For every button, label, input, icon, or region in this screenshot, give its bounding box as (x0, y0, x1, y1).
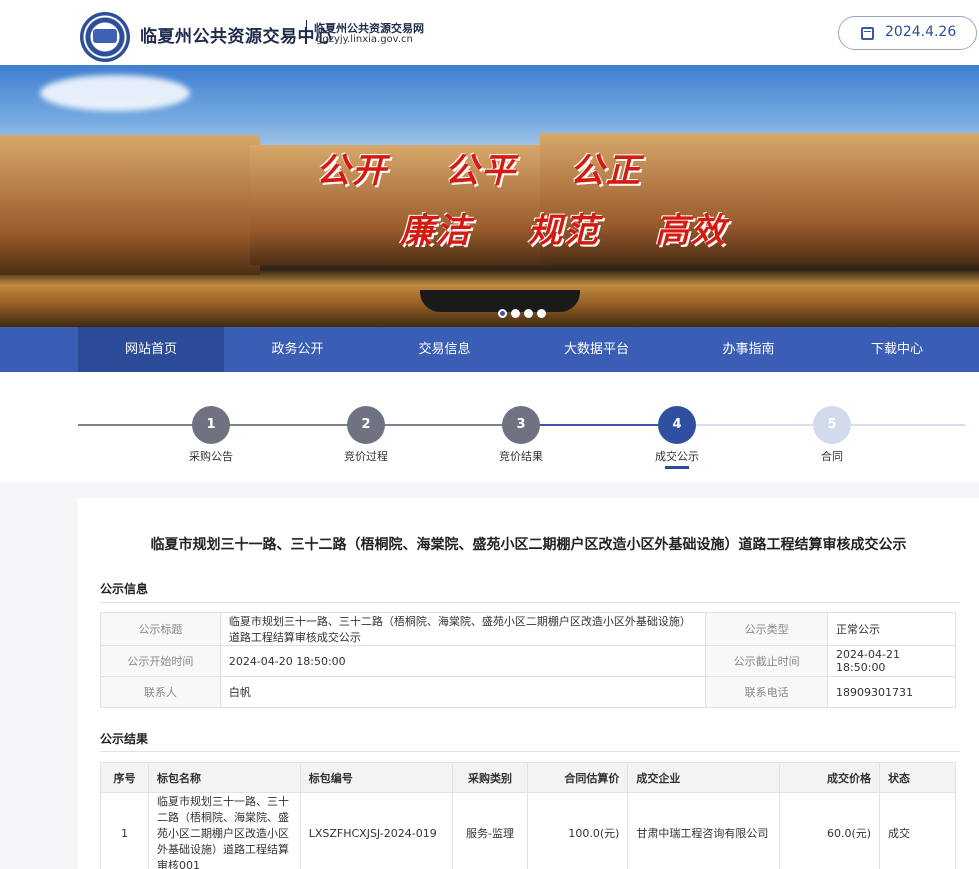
info-value: 2024-04-21 18:50:00 (827, 645, 956, 677)
title-divider (306, 20, 307, 44)
result-cell: 临夏市规划三十一路、三十二路（梧桐院、海棠院、盛苑小区二期棚户区改造小区外基础设… (147, 792, 301, 869)
table-row: 1 临夏市规划三十一路、三十二路（梧桐院、海棠院、盛苑小区二期棚户区改造小区外基础… (100, 792, 956, 869)
result-section-rule (100, 751, 960, 752)
calendar-icon (861, 27, 874, 40)
main-nav: 网站首页 政务公开 交易信息 大数据平台 办事指南 下载中心 (0, 327, 979, 372)
site-logo[interactable] (80, 12, 130, 62)
logo-emblem-icon (93, 29, 117, 43)
slogan-1: 公开 (316, 151, 388, 191)
result-column-header: 状态 (879, 762, 956, 793)
result-table: 序号 标包名称 标包编号 采购类别 合同估算价 成交企业 成交价格 状态 1 临夏市规划三十一路… (100, 762, 956, 869)
info-table: 公示标题 临夏市规划三十一路、三十二路（梧桐院、海棠院、盛苑小区二期棚户区改造小区… (100, 612, 956, 708)
result-section-title: 公示结果 (100, 732, 149, 746)
step-connector (211, 424, 366, 426)
info-label: 公示类型 (705, 612, 829, 646)
nav-item[interactable]: 大数据平台 (518, 327, 675, 372)
slogan-5: 规范 (528, 211, 600, 251)
info-row: 联系人 白帆 联系电话 18909301731 (100, 676, 956, 708)
step-connector (677, 424, 832, 426)
slogan-6: 高效 (655, 211, 727, 251)
info-section-title: 公示信息 (100, 582, 149, 596)
info-value: 临夏市规划三十一路、三十二路（梧桐院、海棠院、盛苑小区二期棚户区改造小区外基础设… (219, 612, 707, 646)
step-1-label[interactable]: 采购公告 (171, 448, 251, 464)
result-column-header: 标包名称 (147, 762, 301, 793)
current-date: 2024.4.26 (885, 24, 957, 40)
hero-banner: 公开 公平 公正 廉洁 规范 高效 (0, 65, 979, 327)
carousel-dot[interactable] (524, 309, 533, 318)
slogan-3: 公正 (570, 151, 642, 191)
info-label: 联系人 (100, 676, 221, 708)
carousel-dot[interactable] (511, 309, 520, 318)
site-url: ggzyjy.linxia.gov.cn (316, 34, 413, 45)
step-3-circle[interactable]: 3 (502, 406, 540, 444)
carousel-indicators (498, 303, 550, 322)
info-value: 正常公示 (827, 612, 956, 646)
info-label: 公示标题 (100, 612, 221, 646)
step-1-circle[interactable]: 1 (192, 406, 230, 444)
step-5-label[interactable]: 合同 (792, 448, 872, 464)
step-3-label[interactable]: 竞价结果 (481, 448, 561, 464)
site-header: 临夏州公共资源交易中心 临夏州公共资源交易网 ggzyjy.linxia.gov… (0, 0, 979, 65)
step-2-label[interactable]: 竞价过程 (326, 448, 406, 464)
announcement-content: 临夏市规划三十一路、三十二路（梧桐院、海棠院、盛苑小区二期棚户区改造小区外基础设… (78, 498, 979, 869)
result-cell: LXSZFHCXJSJ-2024-019 (299, 792, 453, 869)
slogan-2: 公平 (445, 151, 517, 191)
result-column-header: 成交价格 (779, 762, 881, 793)
info-label: 联系电话 (705, 676, 829, 708)
slogan-4: 廉洁 (400, 211, 472, 251)
result-column-header: 序号 (100, 762, 149, 793)
progress-steps: 1 采购公告 2 竞价过程 3 竞价结果 4 成交公示 5 合同 (0, 372, 979, 482)
info-value: 白帆 (219, 676, 707, 708)
step-connector (521, 424, 677, 426)
nav-item[interactable]: 下载中心 (822, 327, 972, 372)
info-value: 18909301731 (827, 676, 956, 708)
info-value: 2024-04-20 18:50:00 (219, 645, 707, 677)
step-connector (832, 424, 965, 426)
step-4-circle[interactable]: 4 (658, 406, 696, 444)
result-column-header: 标包编号 (299, 762, 453, 793)
info-label: 公示截止时间 (705, 645, 829, 677)
info-section-rule (100, 602, 960, 603)
info-label: 公示开始时间 (100, 645, 221, 677)
step-2-circle[interactable]: 2 (347, 406, 385, 444)
result-cell: 100.0(元) (527, 792, 629, 869)
result-cell: 服务-监理 (451, 792, 529, 869)
result-column-header: 采购类别 (451, 762, 529, 793)
carousel-dot[interactable] (498, 309, 507, 318)
info-row: 公示标题 临夏市规划三十一路、三十二路（梧桐院、海棠院、盛苑小区二期棚户区改造小区… (100, 612, 956, 646)
result-column-header: 成交企业 (627, 762, 781, 793)
result-cell: 成交 (879, 792, 956, 869)
nav-item[interactable]: 政务公开 (224, 327, 371, 372)
info-row: 公示开始时间 2024-04-20 18:50:00 公示截止时间 2024-04-2… (100, 645, 956, 677)
date-display: 2024.4.26 (838, 16, 977, 50)
step-connector (366, 424, 521, 426)
page-title: 临夏市规划三十一路、三十二路（梧桐院、海棠院、盛苑小区二期棚户区改造小区外基础设… (150, 537, 907, 553)
nav-item[interactable]: 网站首页 (78, 327, 224, 372)
result-cell: 甘肃中瑞工程咨询有限公司 (627, 792, 781, 869)
step-5-circle[interactable]: 5 (813, 406, 851, 444)
nav-item[interactable]: 交易信息 (371, 327, 518, 372)
result-cell: 60.0(元) (779, 792, 881, 869)
site-name[interactable]: 临夏州公共资源交易中心 (140, 22, 333, 47)
result-column-header: 合同估算价 (527, 762, 629, 793)
step-4-label[interactable]: 成交公示 (637, 448, 717, 464)
current-step-indicator (665, 466, 689, 469)
nav-item[interactable]: 办事指南 (675, 327, 822, 372)
banner-cliff-left (0, 135, 260, 275)
banner-cloud (40, 75, 190, 111)
carousel-dot[interactable] (537, 309, 546, 318)
result-cell: 1 (100, 792, 149, 869)
